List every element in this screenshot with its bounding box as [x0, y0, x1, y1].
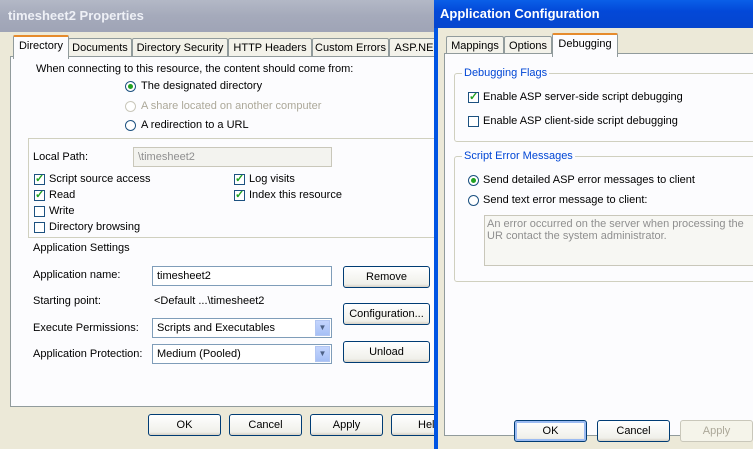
app-protection-label: Application Protection: — [33, 348, 143, 360]
chevron-down-icon[interactable]: ▼ — [315, 320, 330, 336]
local-path-label: Local Path: — [33, 151, 89, 163]
redirection-url-label: A redirection to a URL — [141, 119, 249, 131]
app-protection-value: Medium (Pooled) — [157, 348, 241, 360]
log-visits-checkbox[interactable]: ✓ — [234, 174, 245, 185]
app-name-input[interactable]: timesheet2 — [152, 266, 332, 286]
app-config-window: Application Configuration Mappings Optio… — [434, 0, 753, 449]
read-checkbox[interactable]: ✓ — [34, 190, 45, 201]
tab-aspnet[interactable]: ASP.NE — [389, 38, 437, 57]
tab-debugging[interactable]: Debugging — [552, 33, 618, 57]
client-debug-checkbox[interactable] — [468, 116, 479, 127]
tab-documents[interactable]: Documents — [68, 38, 132, 57]
app-config-title: Application Configuration — [440, 6, 600, 21]
error-text-area[interactable]: An error occurred on the server when pro… — [484, 215, 753, 266]
divider — [28, 237, 435, 238]
divider — [28, 138, 29, 238]
unload-button[interactable]: Unload — [343, 341, 430, 363]
directory-browsing-label: Directory browsing — [49, 221, 141, 233]
text-error-label: Send text error message to client: — [483, 194, 648, 206]
app-protection-select[interactable]: Medium (Pooled) ▼ — [152, 344, 332, 364]
properties-window: timesheet2 Properties Directory Document… — [0, 0, 437, 449]
log-visits-label: Log visits — [249, 173, 295, 185]
radio-text-error[interactable] — [468, 195, 479, 206]
script-source-access-label: Script source access — [49, 173, 151, 185]
write-checkbox[interactable] — [34, 206, 45, 217]
debugging-flags-title: Debugging Flags — [462, 67, 550, 79]
local-path-field[interactable]: \timesheet2 — [133, 147, 332, 167]
radio-redirection-url[interactable] — [125, 120, 136, 131]
server-debug-checkbox[interactable]: ✓ — [468, 92, 479, 103]
radio-designated-directory[interactable] — [125, 81, 136, 92]
apply-button[interactable]: Apply — [680, 420, 753, 442]
remove-button[interactable]: Remove — [343, 266, 430, 288]
ok-button[interactable]: OK — [514, 420, 587, 442]
script-source-access-checkbox[interactable]: ✓ — [34, 174, 45, 185]
cancel-button[interactable]: Cancel — [229, 414, 302, 436]
execute-permissions-label: Execute Permissions: — [33, 322, 139, 334]
cancel-button[interactable]: Cancel — [597, 420, 670, 442]
properties-title: timesheet2 Properties — [8, 8, 144, 23]
app-settings-label: Application Settings — [33, 242, 130, 254]
debugging-flags-group — [454, 73, 753, 142]
radio-detailed-errors[interactable] — [468, 175, 479, 186]
server-debug-label: Enable ASP server-side script debugging — [483, 91, 683, 103]
directory-browsing-checkbox[interactable] — [34, 222, 45, 233]
chevron-down-icon[interactable]: ▼ — [315, 346, 330, 362]
tab-directory-security[interactable]: Directory Security — [132, 38, 228, 57]
tab-http-headers[interactable]: HTTP Headers — [228, 38, 312, 57]
share-label: A share located on another computer — [141, 100, 322, 112]
script-error-title: Script Error Messages — [462, 150, 575, 162]
properties-title-bar[interactable]: timesheet2 Properties — [0, 0, 437, 32]
detailed-errors-label: Send detailed ASP error messages to clie… — [483, 174, 695, 186]
configuration-button[interactable]: Configuration... — [343, 303, 430, 325]
index-resource-label: Index this resource — [249, 189, 342, 201]
starting-point-value: <Default ...\timesheet2 — [154, 295, 265, 307]
radio-share[interactable] — [125, 101, 136, 112]
app-config-title-bar[interactable]: Application Configuration — [434, 0, 753, 28]
apply-button[interactable]: Apply — [310, 414, 383, 436]
tab-custom-errors[interactable]: Custom Errors — [312, 38, 389, 57]
starting-point-label: Starting point: — [33, 295, 101, 307]
designated-directory-label: The designated directory — [141, 80, 263, 92]
app-name-label: Application name: — [33, 269, 121, 281]
execute-permissions-select[interactable]: Scripts and Executables ▼ — [152, 318, 332, 338]
tab-directory[interactable]: Directory — [13, 35, 69, 59]
help-button[interactable]: Hel — [391, 414, 437, 436]
execute-permissions-value: Scripts and Executables — [157, 322, 276, 334]
client-debug-label: Enable ASP client-side script debugging — [483, 115, 678, 127]
read-label: Read — [49, 189, 76, 201]
ok-button[interactable]: OK — [148, 414, 221, 436]
app-config-body: Mappings Options Debugging Debugging Fla… — [438, 28, 753, 449]
index-resource-checkbox[interactable]: ✓ — [234, 190, 245, 201]
connect-label: When connecting to this resource, the co… — [36, 63, 354, 75]
write-label: Write — [49, 205, 75, 217]
divider — [28, 138, 435, 139]
